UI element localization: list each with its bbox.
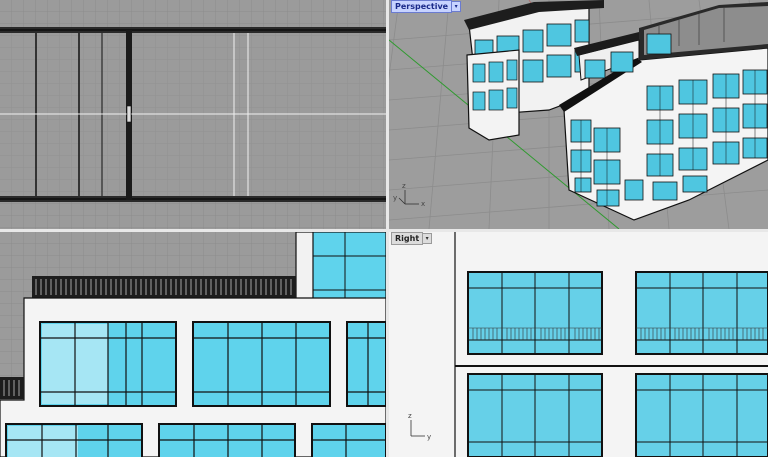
top-viewport[interactable] bbox=[0, 0, 386, 229]
right-window-group-1 bbox=[467, 271, 603, 355]
left-building bbox=[466, 49, 520, 141]
axis-x-label: x bbox=[421, 200, 425, 208]
perspective-viewport-tab[interactable]: Perspective ▾ bbox=[391, 0, 462, 13]
right-window-group-2 bbox=[635, 271, 768, 355]
right-axis-y-label: y bbox=[427, 433, 431, 441]
horizontal-splitter[interactable] bbox=[0, 229, 768, 232]
right-viewport-canvas: y z bbox=[389, 232, 768, 457]
front-viewport-canvas bbox=[0, 232, 386, 457]
top-viewport-canvas bbox=[0, 0, 386, 229]
right-viewport[interactable]: y z Right ▾ bbox=[389, 232, 768, 457]
front-window-group-3 bbox=[346, 321, 386, 407]
right-viewport-tab[interactable]: Right ▾ bbox=[391, 232, 433, 245]
chevron-down-icon[interactable]: ▾ bbox=[423, 233, 433, 244]
front-window-group-1 bbox=[39, 321, 177, 407]
right-axis-z-label: z bbox=[408, 412, 412, 420]
perspective-label[interactable]: Perspective bbox=[391, 0, 453, 13]
axis-y-label: y bbox=[393, 194, 397, 202]
front-window-group-2 bbox=[192, 321, 331, 407]
right-label[interactable]: Right bbox=[391, 232, 424, 245]
perspective-viewport[interactable]: x z y Perspective ▾ bbox=[389, 0, 768, 229]
front-viewport[interactable] bbox=[0, 232, 386, 457]
chevron-down-icon[interactable]: ▾ bbox=[452, 1, 462, 12]
perspective-canvas: x z y bbox=[389, 0, 768, 229]
axis-z-label: z bbox=[402, 182, 406, 190]
